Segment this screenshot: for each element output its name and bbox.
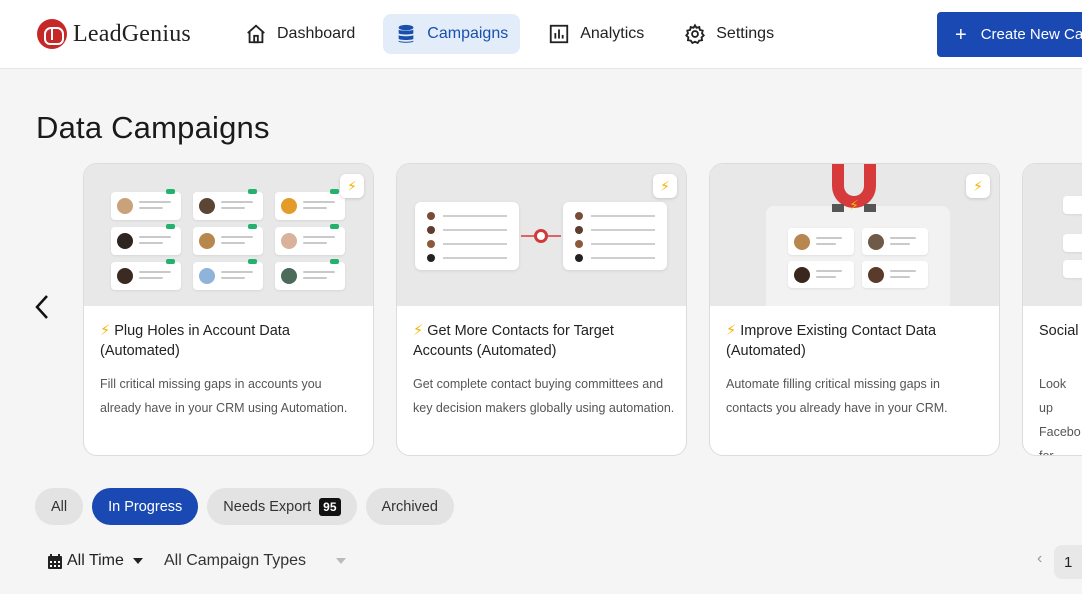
card-title: ⚡ Get More Contacts for Target Accounts (… — [413, 323, 614, 359]
page-title: Data Campaigns — [36, 110, 270, 145]
card-illustration: ⚡ — [710, 164, 999, 306]
pagination-prev-button[interactable]: ‹ — [1037, 550, 1042, 568]
campaign-card-social[interactable]: Social Look up Facebo for each — [1022, 163, 1082, 456]
nav-label: Dashboard — [277, 25, 356, 42]
main-nav: Dashboard Campaigns Analytics Settings — [233, 14, 802, 54]
brain-logo-icon — [37, 19, 67, 49]
svg-text:⚡: ⚡ — [849, 197, 859, 213]
tab-archived[interactable]: Archived — [365, 488, 454, 525]
tab-in-progress[interactable]: In Progress — [92, 488, 199, 525]
campaign-type-dropdown[interactable]: All Campaign Types — [164, 552, 346, 570]
time-filter-label: All Time — [67, 552, 124, 569]
time-range-dropdown[interactable]: All Time — [48, 552, 143, 570]
card-illustration — [84, 164, 373, 306]
lightning-icon: ⚡ — [340, 174, 364, 198]
lightning-icon: ⚡ — [653, 174, 677, 198]
card-description: Get complete contact buying committees a… — [413, 377, 675, 415]
database-icon — [398, 24, 414, 43]
lightning-icon: ⚡ — [966, 174, 990, 198]
create-button-label: Create New Car — [980, 26, 1082, 43]
caret-down-icon — [132, 558, 143, 564]
brand-logo[interactable]: LeadGenius — [37, 19, 191, 49]
create-new-campaign-button[interactable]: + Create New Car — [937, 12, 1082, 57]
caret-down-icon — [336, 558, 346, 564]
chevron-left-icon[interactable] — [33, 294, 51, 320]
campaign-card-improve-contacts[interactable]: ⚡ ⚡ ⚡ Improve Existing Contact Data (Auto… — [709, 163, 1000, 456]
nav-label: Analytics — [580, 25, 645, 42]
home-icon — [247, 24, 265, 44]
campaign-templates-carousel: ⚡ ⚡ Plug Holes in Account Data (Automated… — [83, 163, 1082, 457]
nav-item-settings[interactable]: Settings — [672, 14, 786, 54]
plus-icon: + — [955, 23, 967, 46]
card-description: Look up Facebo for each — [1039, 377, 1081, 456]
tab-all[interactable]: All — [35, 488, 84, 525]
campaign-card-more-contacts[interactable]: ⚡ ⚡ Get More Contacts for Target Accounts… — [396, 163, 687, 456]
brand-name: LeadGenius — [73, 20, 191, 47]
card-illustration — [397, 164, 686, 306]
card-description: Automate filling critical missing gaps i… — [726, 377, 948, 415]
lightning-icon: ⚡ — [726, 323, 737, 339]
nav-label: Settings — [716, 25, 775, 42]
card-illustration — [1023, 164, 1082, 306]
card-title: ⚡ Plug Holes in Account Data (Automated) — [100, 323, 290, 359]
lightning-icon: ⚡ — [413, 323, 424, 339]
bar-chart-icon — [550, 24, 569, 44]
card-title: ⚡ Improve Existing Contact Data (Automate… — [726, 323, 937, 359]
count-badge: 95 — [319, 497, 341, 516]
pagination-current-page[interactable]: 1 — [1054, 545, 1082, 579]
nav-label: Campaigns — [427, 25, 509, 42]
nav-item-dashboard[interactable]: Dashboard — [233, 14, 367, 54]
campaign-type-label: All Campaign Types — [164, 552, 306, 569]
card-description: Fill critical missing gaps in accounts y… — [100, 377, 348, 415]
lightning-icon: ⚡ — [100, 323, 111, 339]
nav-item-campaigns[interactable]: Campaigns — [383, 14, 521, 54]
nav-item-analytics[interactable]: Analytics — [536, 14, 656, 54]
top-navbar: LeadGenius Dashboard Campaigns Analytics… — [0, 0, 1082, 69]
status-filter-tabs: All In Progress Needs Export 95 Archived — [35, 488, 454, 525]
gear-icon — [685, 23, 706, 45]
magnet-icon: ⚡ — [832, 164, 876, 213]
calendar-icon — [48, 553, 62, 569]
card-title: Social — [1039, 323, 1079, 339]
tab-needs-export[interactable]: Needs Export 95 — [207, 488, 357, 525]
campaign-card-plug-holes[interactable]: ⚡ ⚡ Plug Holes in Account Data (Automated… — [83, 163, 374, 456]
